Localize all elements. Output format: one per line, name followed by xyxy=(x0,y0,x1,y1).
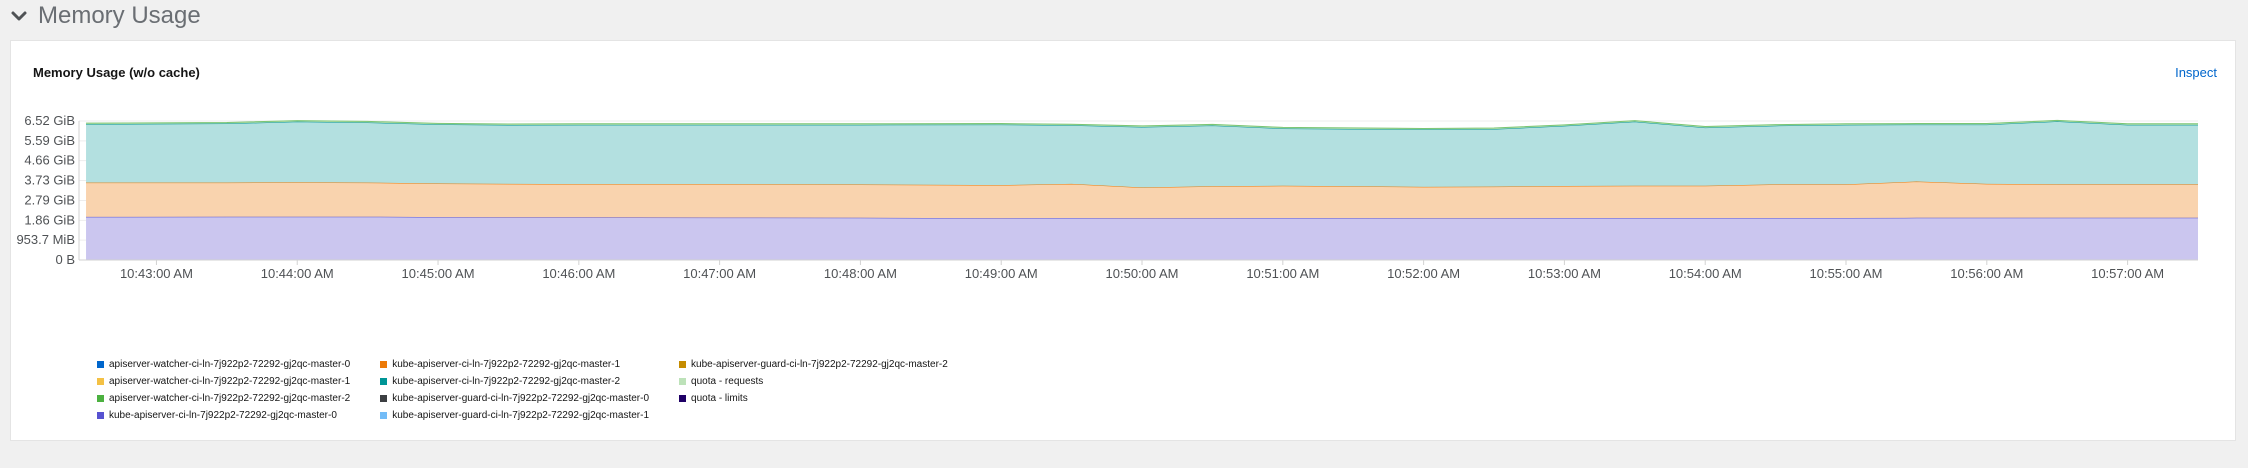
legend-item[interactable]: kube-apiserver-ci-ln-7j922p2-72292-gj2qc… xyxy=(380,373,649,390)
legend-label: kube-apiserver-ci-ln-7j922p2-72292-gj2qc… xyxy=(109,410,337,421)
legend-swatch xyxy=(380,412,388,419)
y-tick-label: 1.86 GiB xyxy=(24,212,75,227)
chart-legend: apiserver-watcher-ci-ln-7j922p2-72292-gj… xyxy=(97,356,948,424)
legend-swatch xyxy=(679,378,687,385)
x-tick-label: 10:50:00 AM xyxy=(1106,266,1179,281)
legend-swatch xyxy=(380,378,388,385)
x-tick-label: 10:48:00 AM xyxy=(824,266,897,281)
legend-swatch xyxy=(97,361,104,368)
x-tick-label: 10:52:00 AM xyxy=(1387,266,1460,281)
y-tick-label: 4.66 GiB xyxy=(24,153,75,168)
legend-item[interactable]: apiserver-watcher-ci-ln-7j922p2-72292-gj… xyxy=(97,390,350,407)
legend-swatch xyxy=(97,395,104,402)
x-tick-label: 10:43:00 AM xyxy=(120,266,193,281)
legend-label: apiserver-watcher-ci-ln-7j922p2-72292-gj… xyxy=(109,393,351,404)
memory-usage-chart: 0 B 953.7 MiB 1.86 GiB 2.79 GiB 3.73 GiB 4.66… xyxy=(16,113,2199,281)
legend-label: quota - limits xyxy=(691,393,748,404)
x-tick-label: 10:49:00 AM xyxy=(965,266,1038,281)
y-tick-label: 953.7 MiB xyxy=(16,232,75,247)
legend-label: kube-apiserver-guard-ci-ln-7j922p2-72292… xyxy=(392,393,650,404)
x-tick-label: 10:55:00 AM xyxy=(1810,266,1883,281)
legend-label: kube-apiserver-guard-ci-ln-7j922p2-72292… xyxy=(392,410,650,421)
x-tick-label: 10:57:00 AM xyxy=(2091,266,2164,281)
series-area-0[interactable] xyxy=(86,216,2199,260)
x-tick-label: 10:51:00 AM xyxy=(1246,266,1319,281)
legend-item[interactable]: kube-apiserver-guard-ci-ln-7j922p2-72292… xyxy=(679,356,948,373)
legend-swatch xyxy=(679,361,687,368)
series-area-2[interactable] xyxy=(86,121,2199,188)
legend-item[interactable]: kube-apiserver-guard-ci-ln-7j922p2-72292… xyxy=(380,390,649,407)
section-title: Memory Usage xyxy=(38,2,201,29)
legend-item[interactable]: quota - requests xyxy=(679,373,948,390)
legend-item[interactable]: quota - limits xyxy=(679,390,948,407)
legend-label: kube-apiserver-ci-ln-7j922p2-72292-gj2qc… xyxy=(392,376,621,387)
legend-swatch xyxy=(97,378,104,385)
x-tick-label: 10:54:00 AM xyxy=(1669,266,1742,281)
section-header[interactable]: Memory Usage xyxy=(10,0,201,32)
x-tick-label: 10:47:00 AM xyxy=(683,266,756,281)
legend-label: kube-apiserver-ci-ln-7j922p2-72292-gj2qc… xyxy=(392,359,621,370)
memory-usage-card: Memory Usage (w/o cache) Inspect 0 B 953.… xyxy=(10,40,2236,441)
y-tick-label: 3.73 GiB xyxy=(24,172,75,187)
legend-swatch xyxy=(97,412,104,419)
chevron-down-icon[interactable] xyxy=(10,7,28,25)
x-tick-label: 10:56:00 AM xyxy=(1950,266,2023,281)
x-tick-label: 10:45:00 AM xyxy=(402,266,475,281)
y-tick-label: 5.59 GiB xyxy=(24,133,75,148)
legend-swatch xyxy=(380,361,388,368)
legend-label: apiserver-watcher-ci-ln-7j922p2-72292-gj… xyxy=(109,359,351,370)
x-tick-label: 10:46:00 AM xyxy=(542,266,615,281)
y-tick-label: 6.52 GiB xyxy=(24,113,75,128)
legend-swatch xyxy=(380,395,388,402)
legend-item[interactable]: kube-apiserver-ci-ln-7j922p2-72292-gj2qc… xyxy=(380,356,649,373)
x-tick-label: 10:53:00 AM xyxy=(1528,266,1601,281)
legend-item[interactable]: apiserver-watcher-ci-ln-7j922p2-72292-gj… xyxy=(97,373,350,390)
legend-swatch xyxy=(679,395,687,402)
legend-label: apiserver-watcher-ci-ln-7j922p2-72292-gj… xyxy=(109,376,351,387)
legend-item[interactable]: kube-apiserver-guard-ci-ln-7j922p2-72292… xyxy=(380,407,649,424)
legend-item[interactable]: apiserver-watcher-ci-ln-7j922p2-72292-gj… xyxy=(97,356,350,373)
chart-areas xyxy=(86,119,2199,260)
y-tick-label: 2.79 GiB xyxy=(24,193,75,208)
x-tick-label: 10:44:00 AM xyxy=(261,266,334,281)
legend-label: kube-apiserver-guard-ci-ln-7j922p2-72292… xyxy=(691,359,948,370)
y-tick-label: 0 B xyxy=(55,252,75,267)
legend-item[interactable]: kube-apiserver-ci-ln-7j922p2-72292-gj2qc… xyxy=(97,407,350,424)
legend-label: quota - requests xyxy=(691,376,764,387)
